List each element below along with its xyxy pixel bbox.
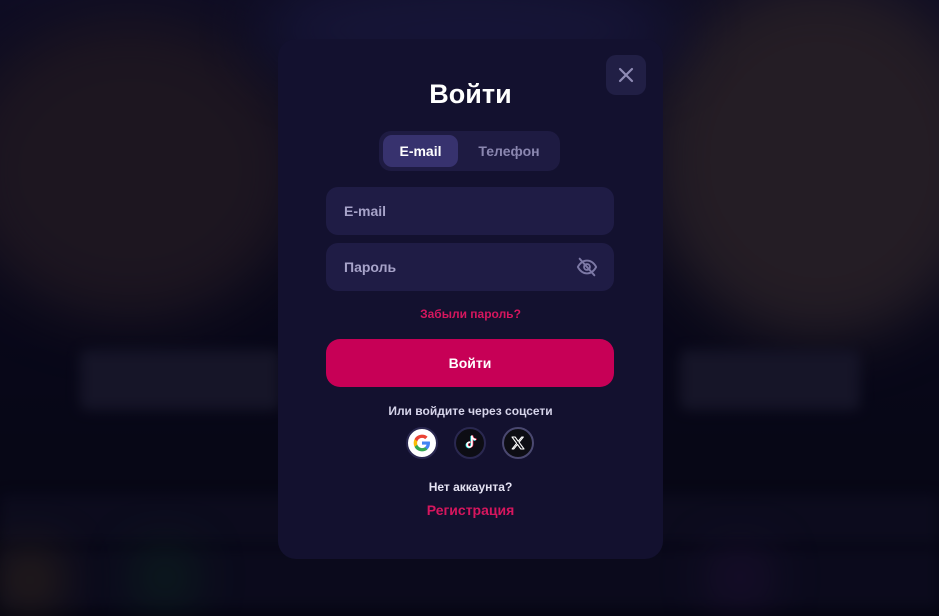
email-field-container[interactable] — [326, 187, 614, 235]
tiktok-login-button[interactable] — [454, 427, 486, 459]
tab-phone[interactable]: Телефон — [462, 135, 556, 167]
email-field[interactable] — [342, 202, 598, 220]
tiktok-icon — [465, 435, 477, 449]
login-method-tabs: E-mail Телефон — [379, 131, 560, 171]
login-button[interactable]: Войти — [326, 339, 614, 387]
no-account-text: Нет аккаунта? — [428, 480, 513, 494]
modal-title: Войти — [429, 79, 512, 109]
social-login-buttons — [406, 427, 536, 459]
forgot-password-link[interactable]: Забыли пароль? — [278, 307, 663, 321]
eye-off-icon[interactable] — [576, 256, 598, 278]
register-link[interactable]: Регистрация — [278, 502, 663, 518]
google-login-button[interactable] — [406, 427, 438, 459]
x-login-button[interactable] — [502, 427, 534, 459]
google-icon — [413, 434, 430, 452]
social-login-prompt: Или войдите через соцсети — [388, 404, 553, 418]
tab-email[interactable]: E-mail — [383, 135, 458, 167]
password-field[interactable] — [342, 258, 576, 276]
login-modal: Войти E-mail Телефон Забыли пароль? Войт… — [278, 39, 663, 559]
password-field-container[interactable] — [326, 243, 614, 291]
x-icon — [511, 436, 525, 450]
